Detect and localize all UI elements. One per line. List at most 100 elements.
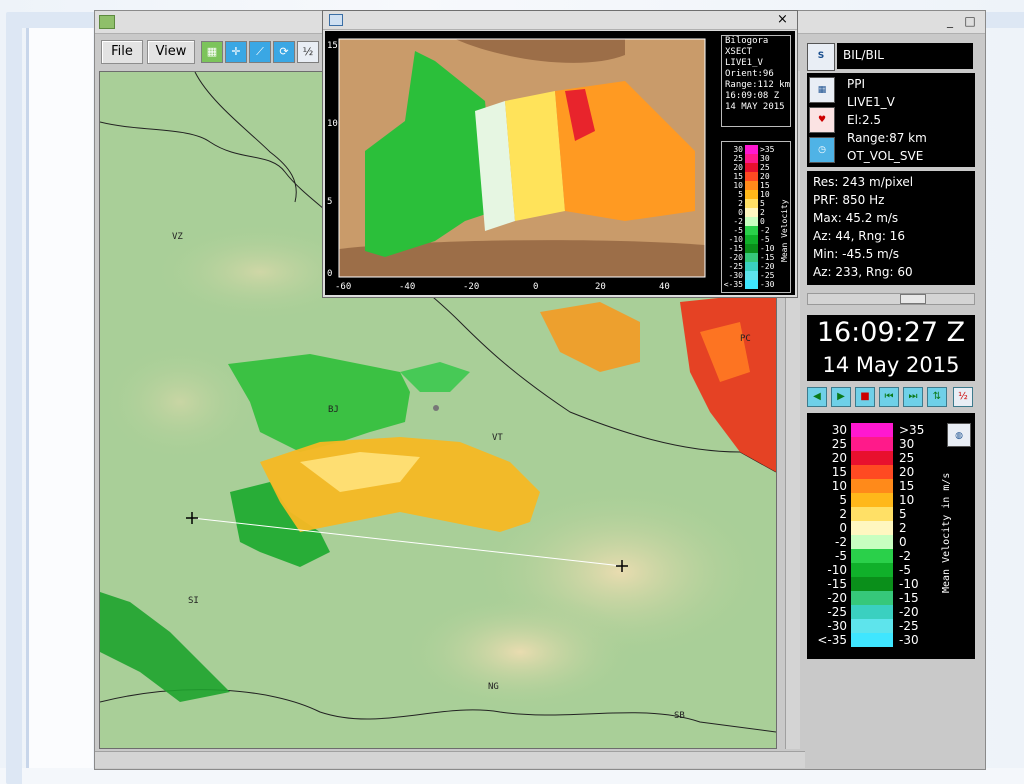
y-tick-15: 15 xyxy=(327,41,338,51)
xsect-legend-left-value: 2 xyxy=(738,199,743,208)
x-tick--40: -40 xyxy=(399,282,416,292)
site-label-vz: VZ xyxy=(172,232,183,242)
maximize-icon[interactable]: □ xyxy=(963,14,977,28)
legend-right-value: 5 xyxy=(899,507,907,521)
close-icon[interactable]: × xyxy=(777,12,788,27)
site-label-sb: SB xyxy=(674,711,685,721)
legend-left-value: 25 xyxy=(831,437,847,451)
xsect-legend-left-value: -10 xyxy=(728,235,743,244)
min-location: Az: 233, Rng: 60 xyxy=(813,265,913,279)
legend-color-swatch xyxy=(851,479,893,493)
file-menu-button[interactable]: File xyxy=(101,40,143,64)
xsect-legend-left-value: -5 xyxy=(733,226,743,235)
legend-right-value: 10 xyxy=(899,493,915,507)
resolution-value: Res: 243 m/pixel xyxy=(813,175,914,189)
legend-color-swatch xyxy=(851,605,893,619)
site-radar-icon[interactable]: S xyxy=(807,43,835,71)
legend-color-swatch xyxy=(851,465,893,479)
xsect-legend-right-value: -10 xyxy=(760,244,775,253)
split-view-icon[interactable]: ½ xyxy=(297,41,319,63)
xsect-legend-right-value: 30 xyxy=(760,154,770,163)
animation-slider[interactable] xyxy=(807,293,975,305)
xsect-legend-left-value: -2 xyxy=(733,217,743,226)
xsect-site: Bilogora xyxy=(725,36,769,46)
legend-color-swatch xyxy=(851,549,893,563)
xsect-body: 15 10 5 0 -60 -40 -20 0 20 40 Bilogora X… xyxy=(325,31,795,295)
view-menu-button[interactable]: View xyxy=(147,40,195,64)
measure-line-icon[interactable]: ⟋ xyxy=(249,41,271,63)
playback-controls: ◀ ▶ ■ ⏮ ⏭ ⇅ ½ xyxy=(807,387,977,407)
xsect-legend-left-value: -30 xyxy=(728,271,743,280)
xsect-legend-swatch xyxy=(745,163,758,172)
xsect-task: LIVE1_V xyxy=(725,58,763,68)
step-back-icon[interactable]: ◀ xyxy=(807,387,827,407)
xsect-legend-right-value: 15 xyxy=(760,181,770,190)
refresh-icon[interactable]: ⟳ xyxy=(273,41,295,63)
xsect-legend-right-value: >35 xyxy=(760,145,775,154)
xsect-legend-swatch xyxy=(745,181,758,190)
xsect-legend-swatch xyxy=(745,145,758,154)
product-type: PPI xyxy=(847,77,866,91)
legend-right-value: >35 xyxy=(899,423,925,437)
loop-icon[interactable]: ⇅ xyxy=(927,387,947,407)
legend-color-swatch xyxy=(851,535,893,549)
legend-color-swatch xyxy=(851,507,893,521)
stop-icon[interactable]: ■ xyxy=(855,387,875,407)
map-horizontal-scrollbar[interactable] xyxy=(95,751,805,768)
x-tick-0: 0 xyxy=(533,282,539,292)
xsect-date: 14 MAY 2015 xyxy=(725,102,785,112)
clock-time: 16:09:27 Z xyxy=(816,317,966,348)
legend-color-swatch xyxy=(851,437,893,451)
site-label-ng: NG xyxy=(488,682,499,692)
legend-color-swatch xyxy=(851,423,893,437)
palette-icon[interactable]: ◍ xyxy=(947,423,971,447)
xsect-legend-swatch xyxy=(745,280,758,289)
xsect-legend-right-value: 2 xyxy=(760,208,765,217)
site-label-vt: VT xyxy=(492,433,503,443)
terrain-hill xyxy=(100,342,260,462)
xsect-legend-left-value: -25 xyxy=(728,262,743,271)
xsect-legend-right-value: -20 xyxy=(760,262,775,271)
xsect-legend-left-value: 0 xyxy=(738,208,743,217)
xsect-legend-right-value: 5 xyxy=(760,199,765,208)
first-frame-icon[interactable]: ⏮ xyxy=(879,387,899,407)
task-heart-icon[interactable]: ♥ xyxy=(809,107,835,133)
xsect-time: 16:09:08 Z xyxy=(725,91,780,101)
slider-thumb[interactable] xyxy=(900,294,926,304)
xsect-type: XSECT xyxy=(725,47,753,57)
split-icon[interactable]: ½ xyxy=(953,387,973,407)
clock-box: 16:09:27 Z 14 May 2015 xyxy=(807,315,975,381)
velocity-legend: 30 25 20 15 10 5 2 0 -2 -5 -10 -15 -20 -25 -30 <-35 >35… xyxy=(807,413,975,659)
minimize-icon[interactable]: _ xyxy=(943,14,957,28)
x-tick--20: -20 xyxy=(463,282,480,292)
legend-left-value: 15 xyxy=(831,465,847,479)
xsect-plot xyxy=(338,38,706,278)
legend-left-value: -5 xyxy=(835,549,847,563)
legend-right-value: 15 xyxy=(899,479,915,493)
volume-clock-icon[interactable]: ◷ xyxy=(809,137,835,163)
palette-grid-icon[interactable]: ▦ xyxy=(201,41,223,63)
xsect-titlebar: × xyxy=(323,11,797,30)
ppi-grid-icon[interactable]: ▦ xyxy=(809,77,835,103)
x-tick-40: 40 xyxy=(659,282,670,292)
play-icon[interactable]: ▶ xyxy=(831,387,851,407)
stats-box: Res: 243 m/pixel PRF: 850 Hz Max: 45.2 m… xyxy=(807,171,975,285)
x-tick-20: 20 xyxy=(595,282,606,292)
y-tick-0: 0 xyxy=(327,269,333,279)
xsect-orient: Orient:96 xyxy=(725,69,774,79)
legend-left-value: -2 xyxy=(835,535,847,549)
x-tick--60: -60 xyxy=(335,282,352,292)
legend-right-value: 30 xyxy=(899,437,915,451)
xsect-legend-right-value: 10 xyxy=(760,190,770,199)
legend-color-swatch xyxy=(851,619,893,633)
xsect-legend-right-value: -25 xyxy=(760,271,775,280)
last-frame-icon[interactable]: ⏭ xyxy=(903,387,923,407)
radar-name-box: BIL/BIL xyxy=(837,43,973,69)
xsect-legend-right-value: 0 xyxy=(760,217,765,226)
legend-title: Mean Velocity in m/s xyxy=(941,472,952,593)
radar-name: BIL/BIL xyxy=(843,48,884,62)
legend-right-value: -5 xyxy=(899,563,911,577)
xsect-legend-right-value: -30 xyxy=(760,280,775,289)
legend-left-value: 20 xyxy=(831,451,847,465)
crosshair-icon[interactable]: ✛ xyxy=(225,41,247,63)
